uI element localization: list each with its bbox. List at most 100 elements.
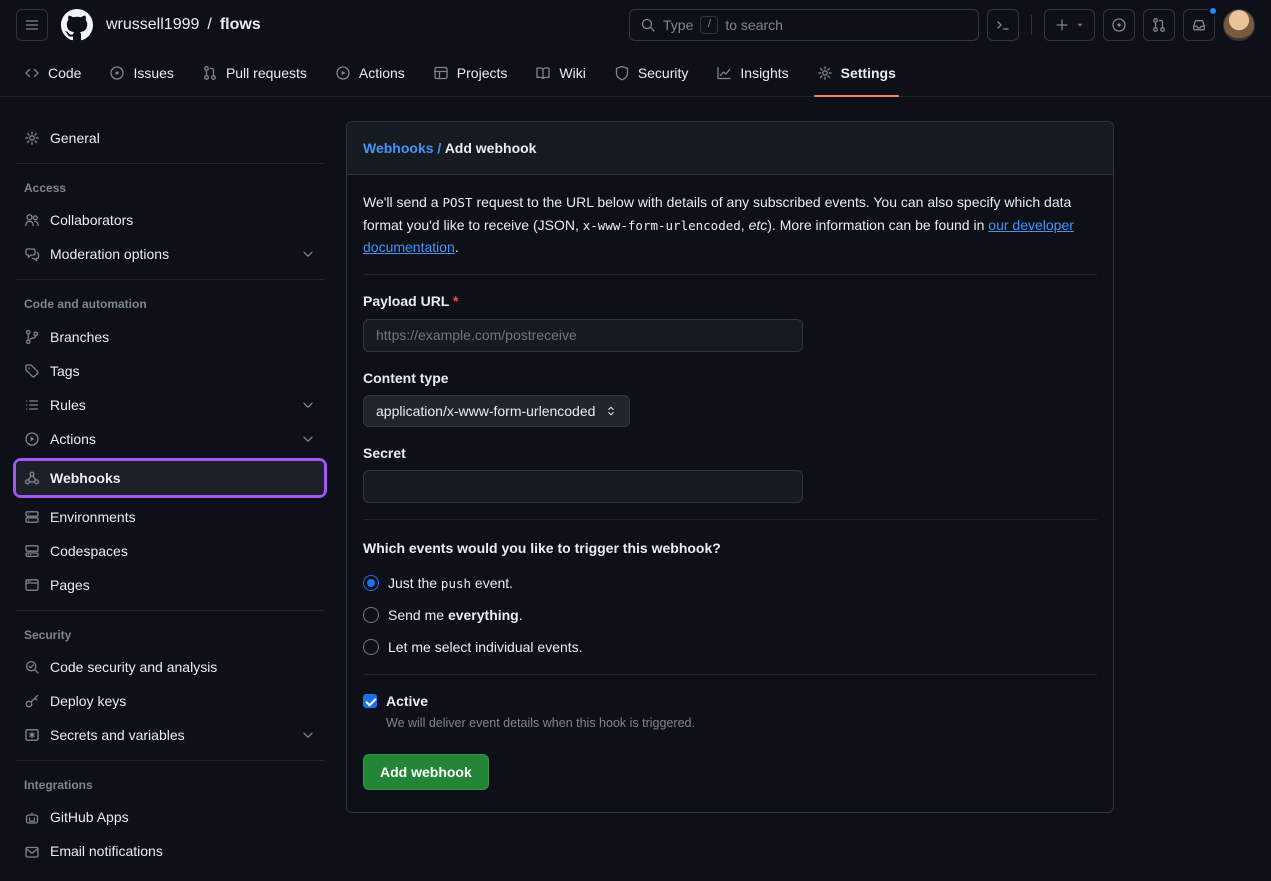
inbox-icon: [1191, 17, 1207, 33]
sidebar-item-environments[interactable]: Environments: [16, 500, 324, 534]
tab-insights[interactable]: Insights: [704, 50, 800, 96]
chevron-down-icon: [300, 246, 316, 262]
tab-settings[interactable]: Settings: [805, 50, 908, 96]
description-text: ). More information can be found in: [767, 217, 988, 233]
radio-label: Send me everything.: [388, 605, 523, 625]
sidebar-section-code-and-automation: Code and automation: [16, 288, 324, 319]
sidebar-item-pages[interactable]: Pages: [16, 568, 324, 602]
issues-button[interactable]: [1103, 9, 1135, 41]
breadcrumb-owner[interactable]: wrussell1999: [106, 13, 199, 36]
radio-input-individual-events[interactable]: [363, 639, 379, 655]
shield-icon: [614, 65, 630, 81]
etc-text: etc: [749, 217, 768, 233]
payload-url-label: Payload URL *: [363, 291, 1097, 311]
tab-security[interactable]: Security: [602, 50, 701, 96]
card-body: We'll send a POST request to the URL bel…: [347, 175, 1113, 812]
tab-label: Settings: [841, 63, 896, 83]
terminal-icon: [995, 17, 1011, 33]
repo-tab-bar: Code Issues Pull requests Actions Projec…: [0, 50, 1271, 97]
sidebar-item-rules[interactable]: Rules: [16, 388, 324, 422]
sidebar-item-label: Tags: [50, 361, 80, 381]
radio-input-just-push[interactable]: [363, 575, 379, 591]
chevron-down-icon: [300, 727, 316, 743]
add-webhook-card: Webhooks / Add webhook We'll send a POST…: [346, 121, 1114, 813]
pull-requests-button[interactable]: [1143, 9, 1175, 41]
sidebar-section-access: Access: [16, 172, 324, 203]
radio-send-everything[interactable]: Send me everything.: [363, 605, 1097, 625]
events-question: Which events would you like to trigger t…: [363, 538, 1097, 558]
tab-code[interactable]: Code: [12, 50, 93, 96]
header-actions: Type / to search: [629, 9, 1255, 41]
sidebar-item-github-apps[interactable]: GitHub Apps: [16, 801, 324, 835]
webhooks-breadcrumb-link[interactable]: Webhooks /: [363, 140, 441, 156]
sidebar-item-label: Deploy keys: [50, 691, 126, 711]
radio-individual-events[interactable]: Let me select individual events.: [363, 637, 1097, 657]
sidebar-item-codespaces[interactable]: Codespaces: [16, 534, 324, 568]
content-type-select[interactable]: application/x-www-form-urlencoded: [363, 395, 630, 427]
description-text: We'll send a: [363, 194, 442, 210]
tab-label: Wiki: [559, 63, 585, 83]
avatar[interactable]: [1223, 9, 1255, 41]
radio-just-push[interactable]: Just the push event.: [363, 573, 1097, 593]
payload-url-input[interactable]: [363, 319, 803, 352]
tab-wiki[interactable]: Wiki: [523, 50, 597, 96]
git-pull-request-icon: [202, 65, 218, 81]
sidebar-item-tags[interactable]: Tags: [16, 354, 324, 388]
inbox-button[interactable]: [1183, 9, 1215, 41]
create-new-button[interactable]: [1044, 9, 1095, 41]
sidebar-item-collaborators[interactable]: Collaborators: [16, 203, 324, 237]
rules-icon: [24, 397, 40, 413]
sidebar-item-branches[interactable]: Branches: [16, 320, 324, 354]
payload-url-group: Payload URL *: [363, 291, 1097, 351]
graph-icon: [716, 65, 732, 81]
description-text: ,: [741, 217, 749, 233]
play-icon: [24, 431, 40, 447]
active-checkbox[interactable]: [363, 694, 377, 708]
play-icon: [335, 65, 351, 81]
radio-input-send-everything[interactable]: [363, 607, 379, 623]
card-divider: [363, 674, 1097, 675]
tab-label: Security: [638, 63, 689, 83]
active-label: Active: [386, 693, 428, 709]
post-code: POST: [442, 195, 472, 210]
sidebar-item-label: Webhooks: [50, 468, 121, 488]
github-logo[interactable]: [60, 8, 94, 42]
purple-highlight-box: Webhooks: [13, 458, 327, 498]
hamburger-button[interactable]: [16, 9, 48, 41]
sidebar-item-deploy-keys[interactable]: Deploy keys: [16, 684, 324, 718]
tab-issues[interactable]: Issues: [97, 50, 185, 96]
sidebar-item-secrets-variables[interactable]: Secrets and variables: [16, 718, 324, 752]
sidebar-item-label: General: [50, 128, 100, 148]
sidebar-item-webhooks[interactable]: Webhooks: [16, 461, 324, 495]
asterisk-box-icon: [24, 727, 40, 743]
plus-icon: [1054, 17, 1070, 33]
command-palette-button[interactable]: [987, 9, 1019, 41]
settings-sidebar: General Access Collaborators Moderation …: [0, 97, 330, 881]
breadcrumb: wrussell1999 / flows: [106, 13, 261, 36]
search-placeholder-pre: Type: [663, 15, 693, 35]
main-content: Webhooks / Add webhook We'll send a POST…: [330, 97, 1271, 825]
global-search[interactable]: Type / to search: [629, 9, 979, 41]
tab-projects[interactable]: Projects: [421, 50, 520, 96]
breadcrumb-repo[interactable]: flows: [220, 13, 261, 36]
secret-input[interactable]: [363, 470, 803, 503]
slash-keycap: /: [700, 16, 718, 34]
urlencoded-code: x-www-form-urlencoded: [583, 218, 741, 233]
sidebar-item-general[interactable]: General: [16, 121, 324, 155]
sidebar-item-actions[interactable]: Actions: [16, 422, 324, 456]
notification-dot: [1208, 6, 1218, 16]
sidebar-item-email-notifications[interactable]: Email notifications: [16, 835, 324, 869]
sidebar-divider: [16, 760, 324, 761]
add-webhook-button[interactable]: Add webhook: [363, 754, 489, 790]
tab-actions[interactable]: Actions: [323, 50, 417, 96]
sidebar-item-label: Moderation options: [50, 244, 169, 264]
active-note: We will deliver event details when this …: [386, 714, 695, 732]
sidebar-item-moderation-options[interactable]: Moderation options: [16, 237, 324, 271]
content-type-group: Content type application/x-www-form-urle…: [363, 368, 1097, 427]
radio-label: Just the push event.: [388, 573, 513, 593]
codespaces-icon: [24, 543, 40, 559]
tab-pull-requests[interactable]: Pull requests: [190, 50, 319, 96]
sidebar-item-code-security[interactable]: Code security and analysis: [16, 650, 324, 684]
mail-icon: [24, 844, 40, 860]
gear-icon: [24, 130, 40, 146]
